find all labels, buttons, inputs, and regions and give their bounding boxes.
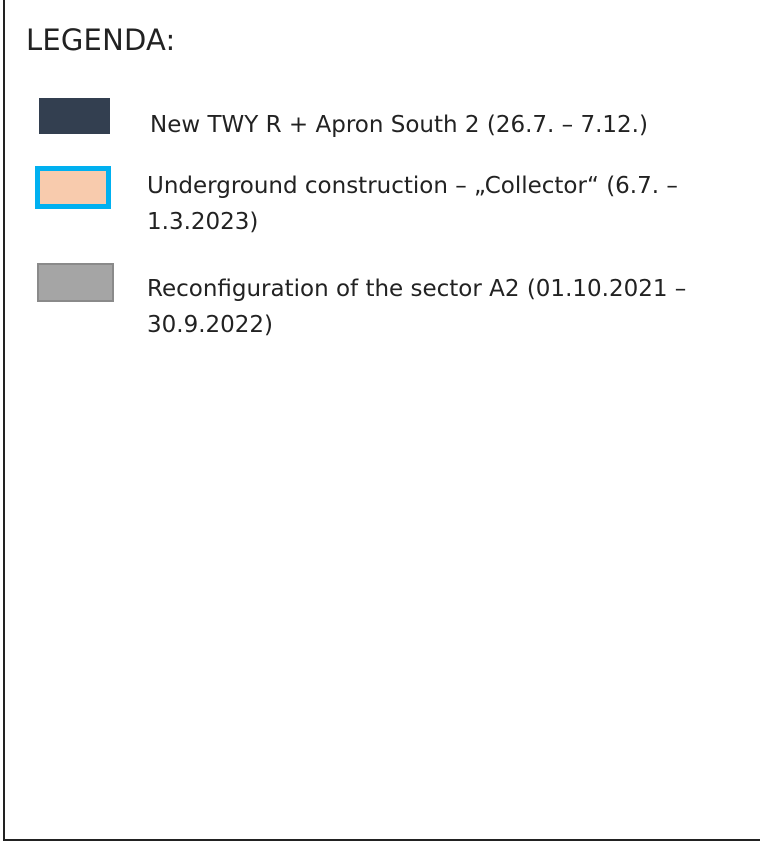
- legend-title: LEGENDA:: [26, 23, 176, 57]
- legend-panel: LEGENDA: New TWY R + Apron South 2 (26.7…: [3, 0, 760, 841]
- legend-item-label: Underground construction – „Collector“ (…: [147, 173, 678, 235]
- legend-item-new-twy-r: New TWY R + Apron South 2 (26.7. – 7.12.…: [5, 95, 745, 145]
- legend-item-underground-construction: Underground construction – „Collector“ (…: [5, 165, 745, 245]
- legend-swatch: [35, 166, 111, 209]
- legend-item-label: Reconfiguration of the sector A2 (01.10.…: [147, 276, 687, 338]
- legend-swatch: [37, 263, 114, 302]
- legend-swatch: [39, 98, 110, 134]
- legend-item-label: New TWY R + Apron South 2 (26.7. – 7.12.…: [150, 112, 648, 138]
- legend-item-sector-a2: Reconfiguration of the sector A2 (01.10.…: [5, 258, 745, 348]
